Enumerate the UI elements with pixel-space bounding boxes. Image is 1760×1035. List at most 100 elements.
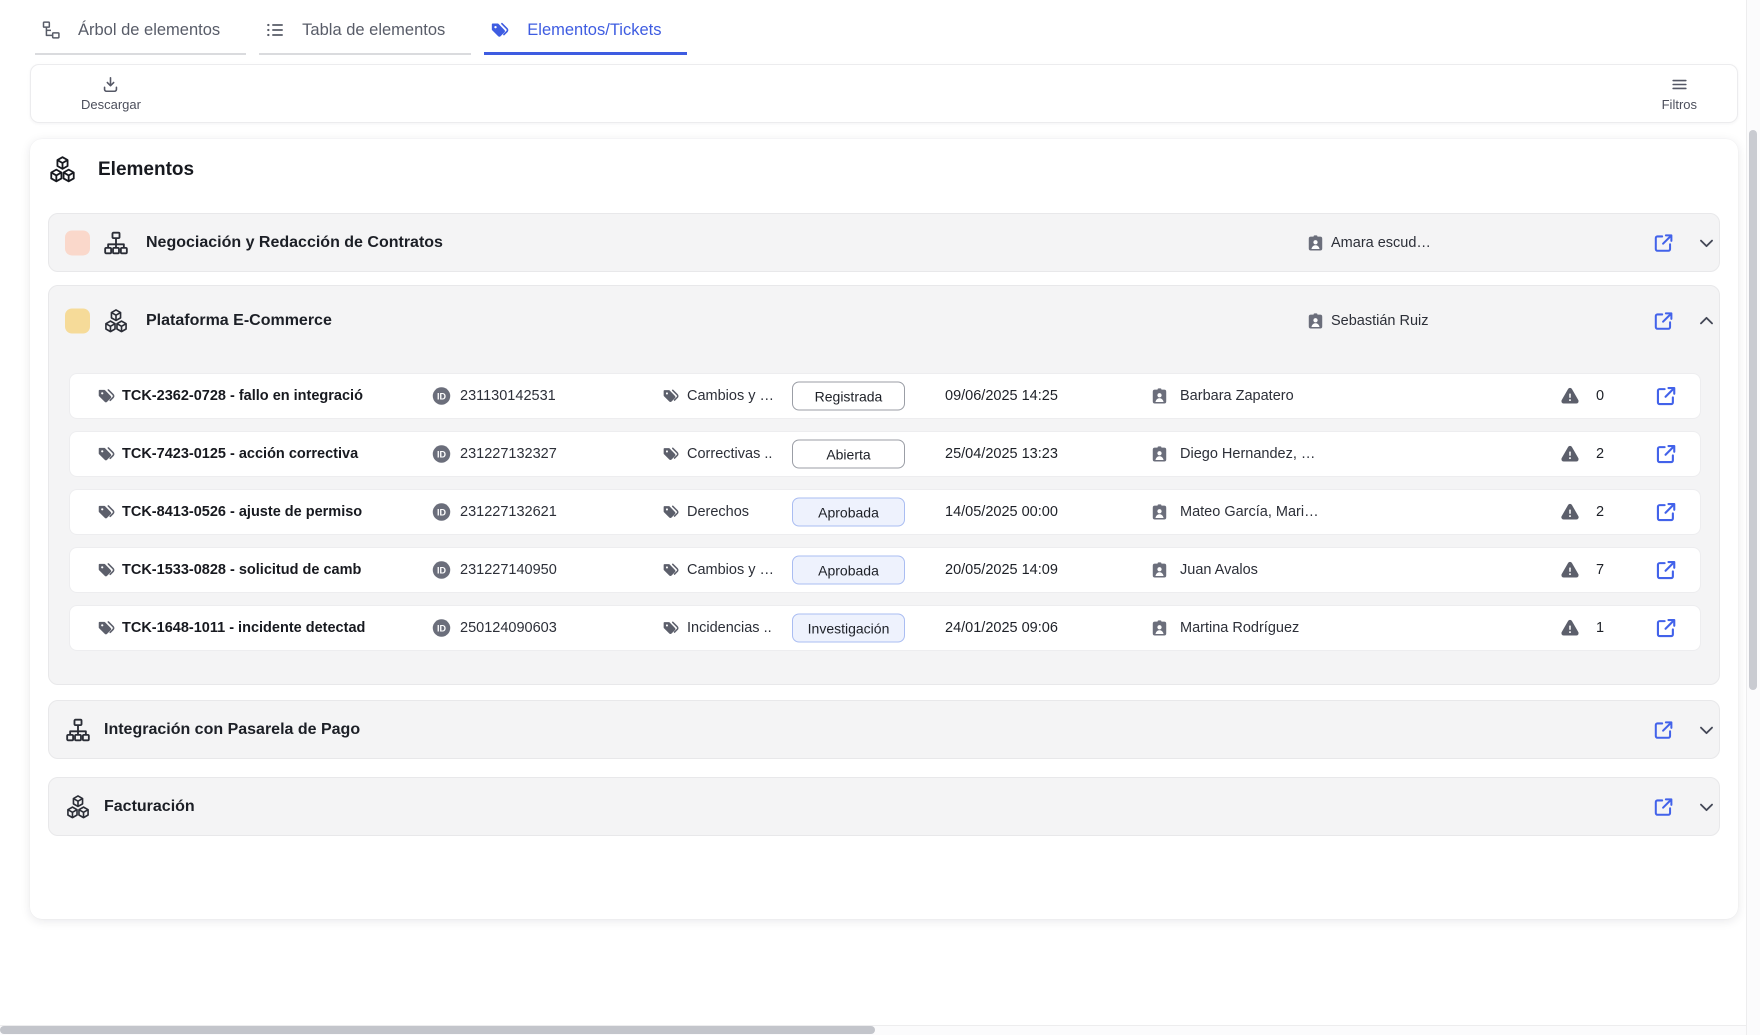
tab-arbol-de-elementos[interactable]: Árbol de elementos bbox=[35, 16, 246, 55]
group-row-plataforma[interactable]: Plataforma E-Commerce Sebastián Ruiz bbox=[49, 286, 1719, 356]
external-link-icon[interactable] bbox=[1653, 311, 1674, 332]
chevron-down-icon[interactable] bbox=[1697, 720, 1716, 739]
external-link-icon[interactable] bbox=[1655, 443, 1677, 465]
status-badge: Investigación bbox=[792, 614, 905, 643]
ticket-row[interactable]: TCK-7423-0125 - acción correctiva 231227… bbox=[69, 431, 1701, 477]
group-title: Integración con Pasarela de Pago bbox=[104, 721, 360, 739]
tag-icon bbox=[662, 619, 680, 637]
cubes-icon bbox=[103, 308, 129, 334]
external-link-icon[interactable] bbox=[1655, 559, 1677, 581]
group-color-swatch bbox=[65, 309, 90, 334]
warning-count: 2 bbox=[1596, 504, 1604, 520]
sitemap-icon bbox=[103, 230, 129, 256]
ticket-date: 14/05/2025 00:00 bbox=[945, 504, 1058, 520]
vertical-scrollbar-thumb[interactable] bbox=[1749, 130, 1757, 690]
id-icon bbox=[432, 561, 451, 580]
external-link-icon[interactable] bbox=[1655, 617, 1677, 639]
external-link-icon[interactable] bbox=[1653, 796, 1674, 817]
ticket-category: Cambios y … bbox=[687, 562, 779, 578]
vertical-scrollbar bbox=[1746, 0, 1760, 1035]
ticket-category: Correctivas .. bbox=[687, 446, 779, 462]
list-icon bbox=[265, 20, 285, 40]
ticket-row[interactable]: TCK-8413-0526 - ajuste de permiso 231227… bbox=[69, 489, 1701, 535]
warning-icon bbox=[1560, 444, 1580, 464]
elements-panel: Elementos Negociación y Redacción de Con… bbox=[30, 139, 1738, 919]
warning-count: 1 bbox=[1596, 620, 1604, 636]
external-link-icon[interactable] bbox=[1655, 385, 1677, 407]
tag-icon bbox=[490, 20, 510, 40]
tag-icon bbox=[97, 619, 116, 638]
warning-count: 7 bbox=[1596, 562, 1604, 578]
download-label: Descargar bbox=[81, 97, 141, 112]
sitemap-icon bbox=[65, 717, 91, 743]
ticket-title: TCK-7423-0125 - acción correctiva bbox=[122, 446, 377, 462]
tab-elementos-tickets[interactable]: Elementos/Tickets bbox=[484, 16, 687, 55]
group-container-plataforma: Plataforma E-Commerce Sebastián Ruiz TCK… bbox=[48, 285, 1720, 685]
warning-icon bbox=[1560, 386, 1580, 406]
ticket-id: 231227132621 bbox=[460, 504, 557, 520]
tab-label: Tabla de elementos bbox=[302, 21, 445, 40]
group-title: Plataforma E-Commerce bbox=[146, 312, 332, 330]
group-title: Negociación y Redacción de Contratos bbox=[146, 234, 443, 252]
ticket-assignee: Diego Hernandez, … bbox=[1180, 446, 1358, 462]
tag-icon bbox=[662, 387, 680, 405]
warning-icon bbox=[1560, 560, 1580, 580]
ticket-title: TCK-1533-0828 - solicitud de camb bbox=[122, 562, 377, 578]
ticket-id: 231130142531 bbox=[460, 388, 556, 404]
group-title: Facturación bbox=[104, 798, 195, 816]
ticket-assignee: Mateo García, Mari… bbox=[1180, 504, 1358, 520]
external-link-icon[interactable] bbox=[1653, 719, 1674, 740]
ticket-row[interactable]: TCK-1648-1011 - incidente detectad 25012… bbox=[69, 605, 1701, 651]
ticket-category: Cambios y … bbox=[687, 388, 779, 404]
ticket-assignee: Barbara Zapatero bbox=[1180, 388, 1358, 404]
external-link-icon[interactable] bbox=[1655, 501, 1677, 523]
id-icon bbox=[432, 387, 451, 406]
page: Árbol de elementos Tabla de elementos El… bbox=[0, 0, 1760, 1035]
ticket-title: TCK-1648-1011 - incidente detectad bbox=[122, 620, 377, 636]
id-icon bbox=[432, 445, 451, 464]
group-row-negociacion[interactable]: Negociación y Redacción de Contratos Ama… bbox=[48, 213, 1720, 272]
chevron-down-icon[interactable] bbox=[1697, 797, 1716, 816]
horizontal-scrollbar-thumb[interactable] bbox=[0, 1026, 875, 1034]
chevron-down-icon[interactable] bbox=[1697, 233, 1716, 252]
tab-label: Árbol de elementos bbox=[78, 21, 220, 40]
assignee-badge-icon bbox=[1150, 503, 1169, 522]
panel-header: Elementos bbox=[48, 155, 194, 184]
assignee-badge-icon bbox=[1150, 445, 1169, 464]
toolbar: Descargar Filtros bbox=[30, 64, 1738, 123]
tab-label: Elementos/Tickets bbox=[527, 21, 661, 40]
ticket-assignee: Martina Rodríguez bbox=[1180, 620, 1358, 636]
group-row-facturacion[interactable]: Facturación bbox=[48, 777, 1720, 836]
assignee-badge-icon bbox=[1150, 561, 1169, 580]
ticket-row[interactable]: TCK-1533-0828 - solicitud de camb 231227… bbox=[69, 547, 1701, 593]
tag-icon bbox=[662, 561, 680, 579]
download-button[interactable]: Descargar bbox=[67, 69, 155, 118]
filters-button[interactable]: Filtros bbox=[1648, 69, 1711, 118]
tag-icon bbox=[662, 503, 680, 521]
ticket-category: Incidencias .. bbox=[687, 620, 779, 636]
ticket-category: Derechos bbox=[687, 504, 779, 520]
assignee-badge-icon bbox=[1306, 233, 1325, 252]
group-color-swatch bbox=[65, 230, 90, 255]
tag-icon bbox=[97, 561, 116, 580]
cubes-icon bbox=[65, 794, 91, 820]
ticket-row[interactable]: TCK-2362-0728 - fallo en integració 2311… bbox=[69, 373, 1701, 419]
status-badge: Abierta bbox=[792, 440, 905, 469]
warning-icon bbox=[1560, 618, 1580, 638]
horizontal-scrollbar bbox=[0, 1025, 1746, 1035]
group-assignee: Sebastián Ruiz bbox=[1331, 313, 1429, 329]
group-row-integracion[interactable]: Integración con Pasarela de Pago bbox=[48, 700, 1720, 759]
cubes-icon bbox=[48, 155, 77, 184]
warning-icon bbox=[1560, 502, 1580, 522]
tag-icon bbox=[97, 387, 116, 406]
ticket-date: 09/06/2025 14:25 bbox=[945, 388, 1058, 404]
chevron-up-icon[interactable] bbox=[1697, 312, 1716, 331]
tag-icon bbox=[97, 503, 116, 522]
ticket-date: 25/04/2025 13:23 bbox=[945, 446, 1058, 462]
status-badge: Registrada bbox=[792, 382, 905, 411]
tab-tabla-de-elementos[interactable]: Tabla de elementos bbox=[259, 16, 471, 55]
external-link-icon[interactable] bbox=[1653, 232, 1674, 253]
ticket-date: 24/01/2025 09:06 bbox=[945, 620, 1058, 636]
ticket-date: 20/05/2025 14:09 bbox=[945, 562, 1058, 578]
panel-title: Elementos bbox=[98, 159, 194, 181]
